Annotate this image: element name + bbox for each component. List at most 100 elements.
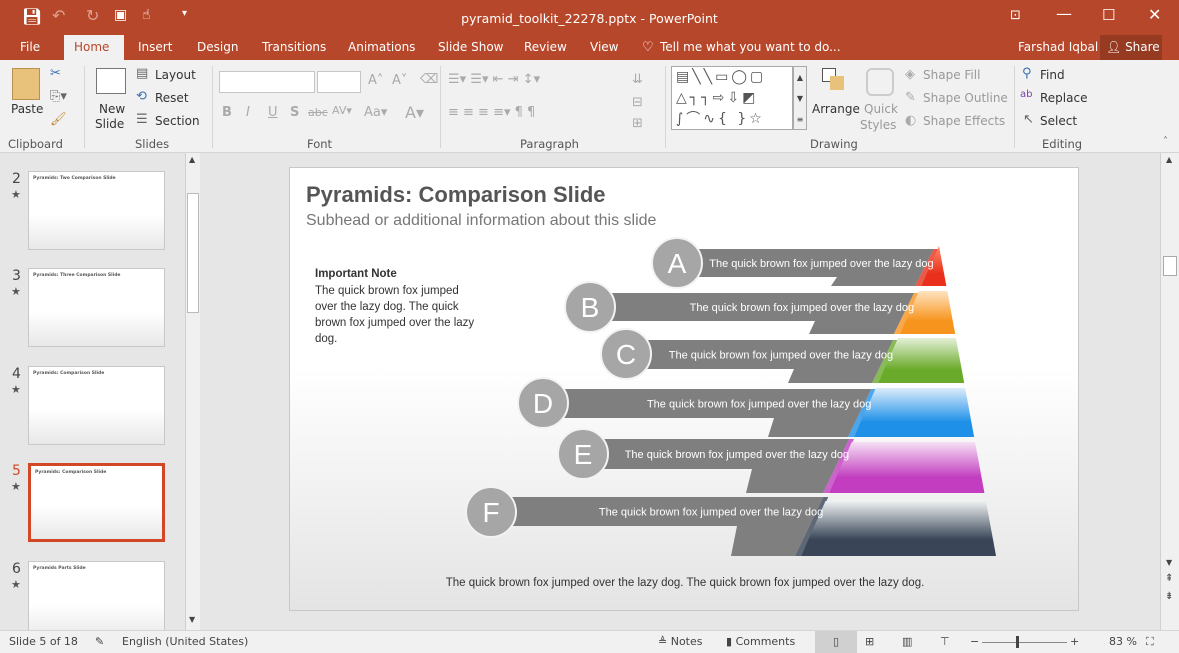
tab-file[interactable]: File <box>10 35 50 60</box>
scroll-up-icon[interactable]: ▲ <box>189 155 195 164</box>
font-color-icon[interactable]: A▾ <box>405 103 424 122</box>
tab-design[interactable]: Design <box>187 35 248 60</box>
zoom-slider-thumb[interactable] <box>1016 636 1020 648</box>
scroll-up-icon[interactable]: ▲ <box>1166 155 1172 164</box>
smartart-icon[interactable]: ⊞ <box>632 116 643 131</box>
reading-view-button[interactable]: ▥ <box>902 635 912 648</box>
scroll-down-icon[interactable]: ▼ <box>1166 558 1172 567</box>
italic-icon[interactable]: I <box>246 105 250 120</box>
new-slide-icon[interactable] <box>96 68 126 94</box>
increase-font-icon[interactable]: A˄ <box>368 73 383 88</box>
level-text[interactable]: The quick brown fox jumped over the lazy… <box>625 449 849 461</box>
tab-animations[interactable]: Animations <box>338 35 425 60</box>
tab-home[interactable]: Home <box>64 35 124 60</box>
font-name-dropdown[interactable] <box>219 71 315 93</box>
spell-check-icon[interactable]: ✎ <box>95 635 104 648</box>
thumbnail-scrollbar[interactable]: ▲ ▼ <box>185 153 200 630</box>
font-size-dropdown[interactable] <box>317 71 361 93</box>
shape-effects-button[interactable]: Shape Effects <box>923 114 1005 128</box>
scrollbar-thumb[interactable] <box>187 193 199 313</box>
drawing-group-label: Drawing <box>810 137 858 151</box>
slide-thumbnail[interactable]: Pyramids: Comparison Slide <box>28 366 165 445</box>
next-slide-icon[interactable]: ⇟ <box>1165 591 1173 602</box>
level-text[interactable]: The quick brown fox jumped over the lazy… <box>709 258 933 270</box>
previous-slide-icon[interactable]: ⇞ <box>1165 573 1173 584</box>
zoom-slider[interactable] <box>982 642 1067 643</box>
select-button[interactable]: Select <box>1040 114 1077 128</box>
slide-footer-text[interactable]: The quick brown fox jumped over the lazy… <box>290 577 1078 589</box>
share-button[interactable]: 👤︎ Share <box>1100 35 1162 60</box>
tab-insert[interactable]: Insert <box>128 35 182 60</box>
cut-icon[interactable]: ✂ <box>50 66 61 81</box>
slide-canvas[interactable]: Pyramids: Comparison Slide Subhead or ad… <box>289 167 1079 611</box>
pyramid-level-e[interactable] <box>829 442 985 493</box>
shadow-icon[interactable]: S <box>290 105 299 120</box>
tab-review[interactable]: Review <box>514 35 577 60</box>
collapse-ribbon-icon[interactable]: ˄ <box>1163 136 1168 147</box>
slide-sorter-button[interactable]: ⊞ <box>865 635 874 648</box>
slideshow-button[interactable]: ⊤ <box>940 635 950 648</box>
minimize-button[interactable]: — <box>1056 4 1072 23</box>
shapes-gallery[interactable]: ▤╲╲▭◯▢ △┐┐⇨⇩◩ ∫⌒∿{ }☆ <box>671 66 793 130</box>
comments-button[interactable]: ▮ Comments <box>726 635 795 648</box>
decrease-font-icon[interactable]: A˅ <box>392 73 407 88</box>
paste-button[interactable]: Paste <box>11 102 43 116</box>
text-direction-icon[interactable]: ⇊ <box>632 72 643 87</box>
quick-styles-icon[interactable] <box>866 68 894 96</box>
zoom-out-button[interactable]: − <box>970 635 979 648</box>
arrange-icon[interactable] <box>822 68 852 98</box>
copy-icon[interactable]: ⎘▾ <box>50 89 67 104</box>
clear-formatting-icon[interactable]: ⌫ <box>420 72 438 87</box>
zoom-in-button[interactable]: + <box>1070 635 1079 648</box>
align-text-icon[interactable]: ⊟ <box>632 95 643 110</box>
change-case-icon[interactable]: Aa▾ <box>364 105 387 120</box>
maximize-button[interactable]: ☐ <box>1102 6 1115 24</box>
thumbnail-number: 2 <box>12 171 21 187</box>
strikethrough-icon[interactable]: abc <box>308 106 328 119</box>
language-indicator[interactable]: English (United States) <box>122 635 248 648</box>
arrange-button[interactable]: Arrange <box>812 102 860 116</box>
new-slide-label[interactable]: New <box>99 102 125 116</box>
format-painter-icon[interactable]: 🖌︎ <box>50 112 67 127</box>
new-slide-label-2[interactable]: Slide <box>95 117 124 131</box>
reset-button[interactable]: Reset <box>155 91 189 105</box>
slide-thumbnail[interactable]: Pyramids Parts Slide <box>28 561 165 640</box>
quick-styles-label-2[interactable]: Styles <box>860 118 896 132</box>
tab-view[interactable]: View <box>580 35 628 60</box>
character-spacing-icon[interactable]: AV▾ <box>332 104 352 117</box>
normal-view-button[interactable]: ▯ <box>815 631 857 653</box>
level-text[interactable]: The quick brown fox jumped over the lazy… <box>690 302 914 314</box>
tab-slide-show[interactable]: Slide Show <box>428 35 513 60</box>
level-text[interactable]: The quick brown fox jumped over the lazy… <box>647 399 871 411</box>
find-button[interactable]: Find <box>1040 68 1065 82</box>
scroll-down-icon[interactable]: ▼ <box>189 615 195 624</box>
close-button[interactable]: ✕ <box>1148 5 1161 24</box>
level-text[interactable]: The quick brown fox jumped over the lazy… <box>669 350 893 362</box>
tell-me-input[interactable]: Tell me what you want to do... <box>660 40 841 54</box>
fit-slide-button[interactable]: ⛶ <box>1146 635 1154 649</box>
zoom-level[interactable]: 83 % <box>1109 635 1137 648</box>
editor-scrollbar[interactable]: ▲ ▼ ⇞ ⇟ <box>1160 153 1179 630</box>
user-name[interactable]: Farshad Iqbal <box>1018 40 1098 54</box>
pyramid-level-f[interactable] <box>801 501 997 556</box>
slide-thumbnail[interactable]: Pyramids: Two Comparison Slide <box>28 171 165 250</box>
shape-fill-button[interactable]: Shape Fill <box>923 68 980 82</box>
section-button[interactable]: Section <box>155 114 200 128</box>
notes-button[interactable]: ≜ Notes <box>658 635 703 648</box>
replace-button[interactable]: Replace <box>1040 91 1087 105</box>
slide-thumbnail[interactable]: Pyramids: Three Comparison Slide <box>28 268 165 347</box>
alignment-icons[interactable]: ≡ ≡ ≡ ≡▾ ¶ ¶ <box>448 105 535 120</box>
tab-transitions[interactable]: Transitions <box>252 35 336 60</box>
paste-icon[interactable] <box>12 68 40 100</box>
bold-icon[interactable]: B <box>222 105 232 120</box>
underline-icon[interactable]: U <box>268 105 278 120</box>
quick-styles-label[interactable]: Quick <box>864 102 898 116</box>
bullets-icon[interactable]: ☰▾ ☰▾ ⇤ ⇥ ↕▾ <box>448 72 540 87</box>
shapes-gallery-scroll[interactable]: ▲ ▼ ≡ <box>793 66 807 130</box>
ribbon-display-icon[interactable]: ⊡ <box>1010 8 1021 23</box>
scrollbar-thumb[interactable] <box>1163 256 1177 276</box>
layout-button[interactable]: Layout <box>155 68 196 82</box>
slide-thumbnail[interactable]: Pyramids: Comparison Slide <box>28 463 165 542</box>
shape-outline-button[interactable]: Shape Outline <box>923 91 1008 105</box>
level-text[interactable]: The quick brown fox jumped over the lazy… <box>599 507 823 519</box>
